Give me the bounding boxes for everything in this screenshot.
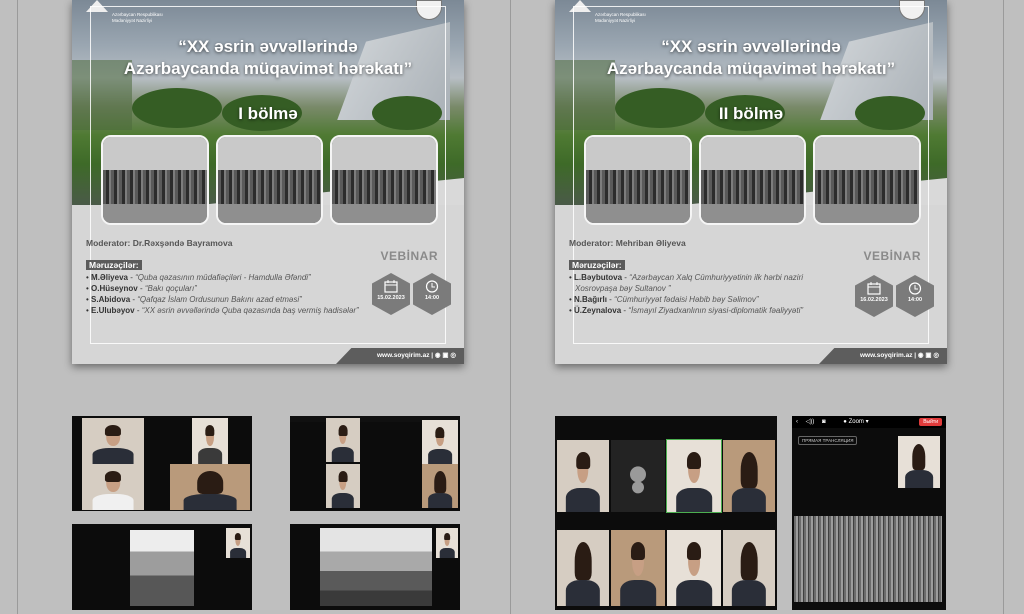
moderator: Moderator: Dr.Rəxşəndə Bayramova	[86, 238, 233, 248]
back-icon[interactable]: ‹	[796, 419, 798, 425]
speaker-icon[interactable]: ◁))	[806, 419, 815, 425]
ministry-logo: Azərbaycan Respublikası Mədəniyyət Nazir…	[86, 0, 163, 24]
website-url: www.soyqirim.az	[859, 352, 913, 359]
zoom-menu-label: Zoom	[848, 419, 864, 425]
speakers-list: L.Bəybutova - “Azərbaycan Xalq Cümhuriyy…	[569, 272, 847, 316]
participant-video[interactable]	[723, 530, 775, 606]
clock-icon	[425, 280, 439, 293]
speakers-heading: Məruzəçilər:	[569, 260, 625, 270]
website-footer: www.soyqirim.az | ◉ ▣ ◎	[819, 348, 947, 364]
event-time: 14:00	[907, 297, 923, 303]
historical-photo	[584, 135, 692, 225]
screen-share-screenshot	[290, 524, 460, 610]
poster-section-2: Azərbaycan Respublikası Mədəniyyət Nazir…	[555, 0, 947, 364]
event-date: 15.02.2023	[377, 295, 405, 301]
participant-video[interactable]	[82, 464, 144, 510]
website-url: www.soyqirim.az	[376, 352, 430, 359]
website-footer: www.soyqirim.az | ◉ ▣ ◎	[336, 348, 464, 364]
historical-photos	[584, 135, 922, 225]
participant-video[interactable]	[82, 418, 144, 464]
participant-video[interactable]	[226, 528, 250, 558]
historical-photos	[101, 135, 439, 225]
participant-video[interactable]	[723, 440, 775, 512]
divider	[17, 0, 18, 614]
calendar-icon	[384, 280, 398, 293]
participant-video[interactable]	[326, 464, 360, 508]
historical-photo	[215, 135, 324, 225]
speaker-item: Ü.Zeynalova - “İsmayıl Ziyadxanlının siy…	[569, 305, 847, 316]
participant-video[interactable]	[422, 420, 458, 464]
title-line-2: Azərbaycanda müqavimət hərəkatı”	[606, 59, 896, 78]
shared-historical-photo	[130, 530, 194, 606]
zoom-menu[interactable]: ● Zoom ▾	[843, 419, 868, 425]
video-call-screenshot	[72, 416, 252, 511]
user-icon	[630, 466, 646, 483]
speaker-item: L.Bəybutova - “Azərbaycan Xalq Cümhuriyy…	[569, 272, 847, 294]
format-label: VEBİNAR	[380, 249, 438, 263]
live-stream-label[interactable]: ПРЯМАЯ ТРАНСЛЯЦИЯ	[798, 436, 858, 445]
ministry-name: Azərbaycan Respublikası Mədəniyyət Nazir…	[595, 12, 646, 23]
speakers-list: M.Əliyeva - “Quba qəzasının müdafiəçilər…	[86, 272, 364, 316]
participant-video[interactable]	[611, 530, 665, 606]
divider	[510, 0, 511, 614]
video-call-screenshot	[290, 416, 460, 511]
participant-video[interactable]	[436, 528, 458, 558]
historical-photo	[101, 135, 209, 225]
participant-video[interactable]	[170, 464, 250, 510]
ministry-name: Azərbaycan Respublikası Mədəniyyət Nazir…	[112, 12, 163, 23]
participant-video[interactable]	[666, 439, 722, 513]
clock-icon	[908, 282, 922, 295]
speaker-item: S.Abidova - “Qafqaz İslam Ordusunun Bakı…	[86, 294, 364, 305]
speaker-item: N.Bağırlı - “Cümhuriyyət fədaisi Həbib b…	[569, 294, 847, 305]
divider	[1003, 0, 1004, 614]
ministry-logo: Azərbaycan Respublikası Mədəniyyət Nazir…	[569, 0, 646, 24]
poster-title: “XX əsrin əvvəllərində Azərbaycanda müqa…	[555, 36, 947, 80]
screen-share-screenshot	[72, 524, 252, 610]
collage-canvas: Azərbaycan Respublikası Mədəniyyət Nazir…	[0, 0, 1024, 614]
participant-video[interactable]	[326, 418, 360, 462]
video-gallery-screenshot	[555, 416, 777, 610]
shared-historical-photo	[794, 516, 942, 602]
event-date: 16.02.2023	[860, 297, 888, 303]
participant-video[interactable]	[557, 440, 609, 512]
speaker-item: O.Hüseynov - “Bakı qoçuları”	[86, 283, 364, 294]
section-label: II bölmə	[718, 104, 784, 123]
participant-video[interactable]	[898, 436, 940, 488]
poster-section-1: Azərbaycan Respublikası Mədəniyyət Nazir…	[72, 0, 464, 364]
speaker-item: E.Ulubəyov - “XX əsrin əvvəllərində Quba…	[86, 305, 364, 316]
speakers-heading: Məruzəçilər:	[86, 260, 142, 270]
participant-video[interactable]	[667, 530, 721, 606]
camera-switch-icon[interactable]: ◙	[822, 419, 826, 425]
participant-video[interactable]	[422, 464, 458, 508]
historical-photo	[813, 135, 922, 225]
event-time: 14:00	[424, 295, 440, 301]
title-line-1: “XX əsrin əvvəllərində	[178, 37, 358, 56]
section-label: I bölmə	[238, 104, 298, 123]
historical-photo	[698, 135, 807, 225]
shared-landscape-photo	[320, 528, 432, 606]
poster-title: “XX əsrin əvvəllərində Azərbaycanda müqa…	[72, 36, 464, 80]
participant-avatar[interactable]	[611, 440, 665, 512]
historical-photo	[330, 135, 439, 225]
participant-video[interactable]	[192, 418, 228, 464]
title-line-2: Azərbaycanda müqavimət hərəkatı”	[123, 59, 413, 78]
participant-video[interactable]	[557, 530, 609, 606]
speaker-item: M.Əliyeva - “Quba qəzasının müdafiəçilər…	[86, 272, 364, 283]
title-line-1: “XX əsrin əvvəllərində	[661, 37, 841, 56]
moderator: Moderator: Mehriban Əliyeva	[569, 238, 686, 248]
calendar-icon	[867, 282, 881, 295]
exit-button[interactable]: Выйти	[919, 418, 942, 426]
format-label: VEBİNAR	[863, 249, 921, 263]
zoom-mobile-screenshot: ‹ ◁)) ◙ ● Zoom ▾ Выйти ПРЯМАЯ ТРАНСЛЯЦИЯ	[792, 416, 946, 610]
